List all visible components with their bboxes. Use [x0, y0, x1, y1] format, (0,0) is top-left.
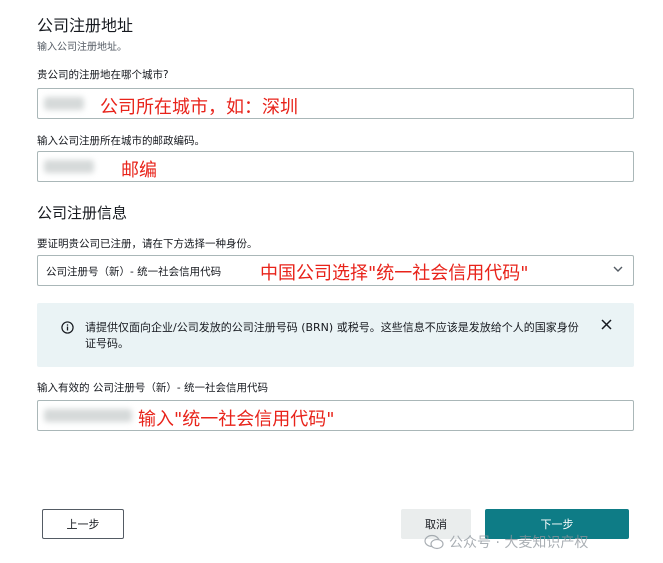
blurred-value [44, 160, 94, 173]
previous-button[interactable]: 上一步 [42, 509, 124, 539]
select-annotation: 中国公司选择"统一社会信用代码" [260, 263, 529, 284]
city-input[interactable]: 公司所在城市，如：深圳 [37, 88, 634, 119]
info-alert: 请提供仅面向企业/公司发放的公司注册号码 (BRN) 或税号。这些信息不应该是发… [37, 303, 634, 367]
blurred-value [44, 97, 84, 110]
blurred-value [44, 409, 132, 422]
postal-label: 输入公司注册所在城市的邮政编码。 [37, 135, 205, 147]
section-subtitle-address: 输入公司注册地址。 [37, 42, 127, 53]
wechat-logo-icon [424, 534, 444, 550]
watermark-text: 公众号 · 大麦知识产权 [449, 535, 589, 551]
watermark: 公众号 · 大麦知识产权 [424, 532, 588, 552]
info-alert-text: 请提供仅面向企业/公司发放的公司注册号码 (BRN) 或税号。这些信息不应该是发… [85, 321, 579, 350]
registration-annotation: 输入"统一社会信用代码" [138, 409, 335, 430]
close-icon[interactable] [601, 319, 612, 330]
city-annotation: 公司所在城市，如：深圳 [100, 97, 298, 118]
chevron-down-icon [613, 266, 623, 272]
section-title-registration: 公司注册信息 [37, 204, 128, 222]
city-label: 贵公司的注册地在哪个城市? [37, 69, 169, 81]
registration-number-label: 输入有效的 公司注册号（新）- 统一社会信用代码 [37, 382, 268, 394]
registration-number-input[interactable]: 输入"统一社会信用代码" [37, 400, 634, 431]
id-type-select[interactable]: 公司注册号（新）- 统一社会信用代码 中国公司选择"统一社会信用代码" [37, 255, 634, 286]
id-type-label: 要证明贵公司已注册，请在下方选择一种身份。 [37, 238, 258, 250]
info-icon [61, 321, 74, 334]
postal-input[interactable]: 邮编 [37, 151, 634, 182]
postal-annotation: 邮编 [121, 160, 157, 181]
section-title-address: 公司注册地址 [37, 16, 134, 35]
id-type-selected-value: 公司注册号（新）- 统一社会信用代码 [46, 266, 222, 278]
